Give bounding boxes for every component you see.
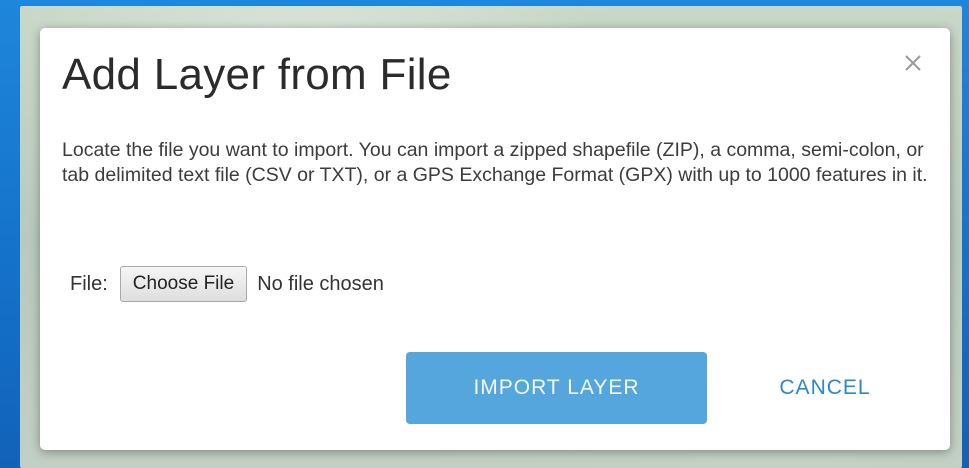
add-layer-dialog: Add Layer from File Locate the file you … (40, 28, 950, 450)
cancel-button[interactable]: CANCEL (750, 352, 900, 424)
close-button[interactable] (896, 46, 930, 80)
file-label: File: (70, 272, 108, 295)
choose-file-button[interactable]: Choose File (119, 266, 248, 302)
file-status-text: No file chosen (257, 272, 384, 295)
import-layer-button[interactable]: IMPORT LAYER (406, 352, 707, 424)
file-input-row: File: Choose File No file chosen (70, 266, 384, 302)
dialog-title: Add Layer from File (62, 50, 452, 99)
dialog-description: Locate the file you want to import. You … (62, 139, 928, 186)
close-icon (905, 55, 921, 71)
